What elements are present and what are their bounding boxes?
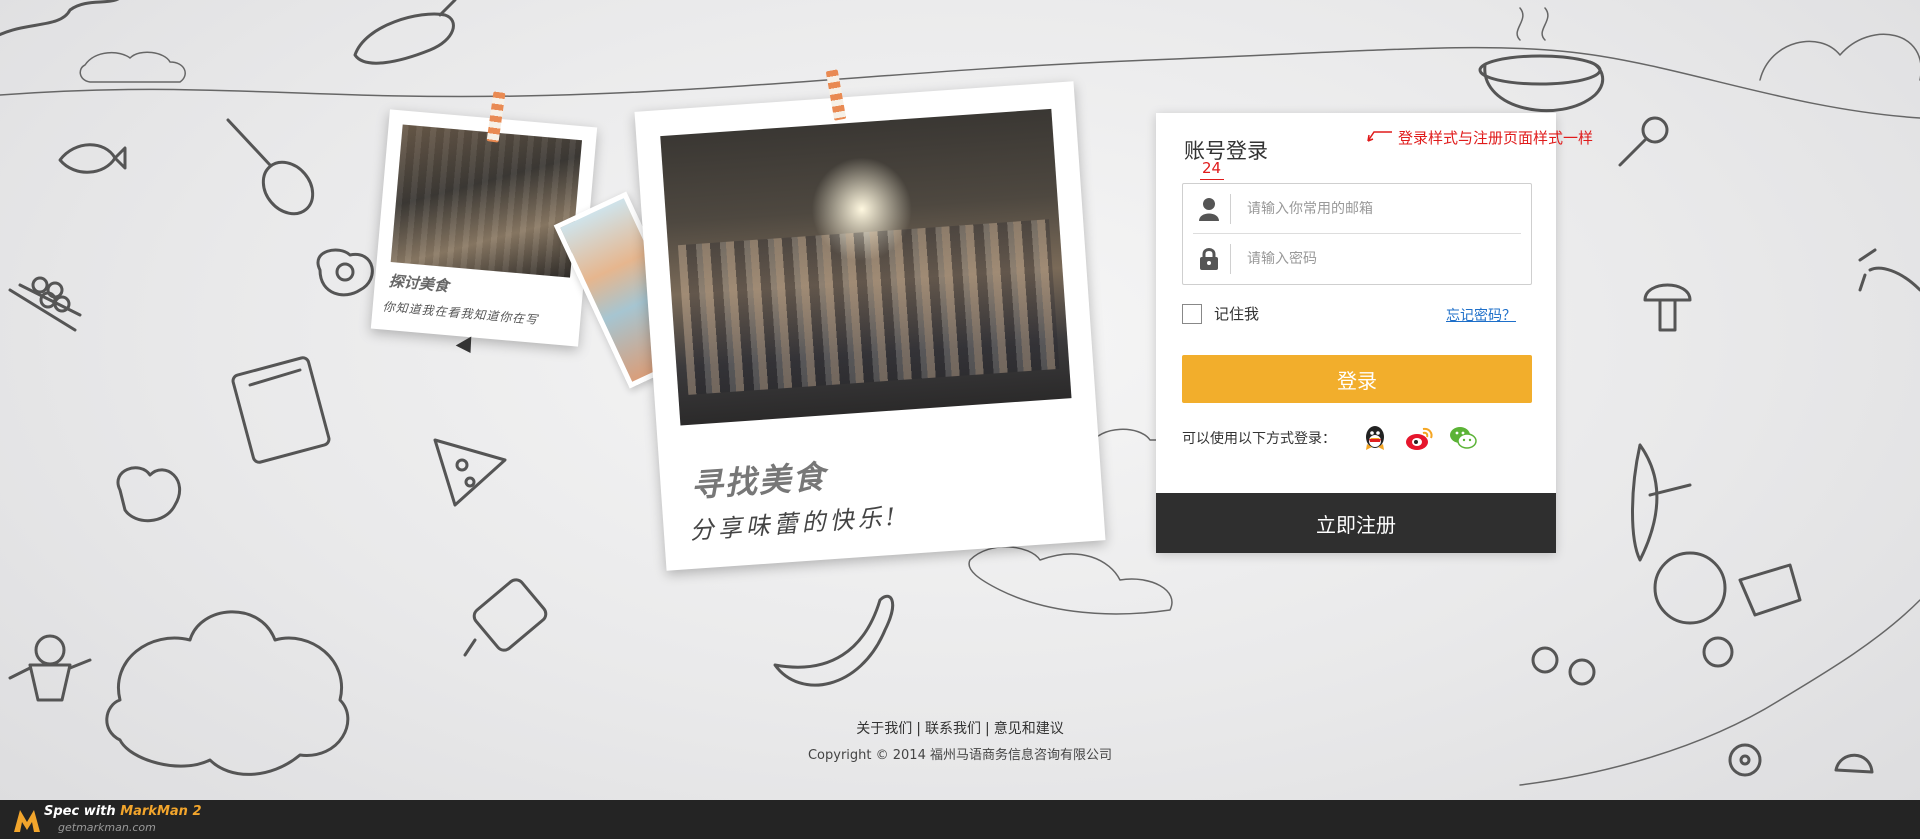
login-fields	[1182, 183, 1532, 285]
spec-annotation-line	[1200, 179, 1224, 180]
login-button[interactable]: 登录	[1182, 355, 1532, 403]
footer-link-feedback[interactable]: 意见和建议	[994, 721, 1064, 737]
polaroid-big: 寻找美食 分享味蕾的快乐!	[634, 81, 1106, 571]
remember-label: 记住我	[1214, 305, 1260, 323]
markman-bar: Spec with MarkMan 2 getmarkman.com	[0, 800, 1920, 839]
polaroid-small-caption: 你知道我在看我知道你在写	[382, 299, 539, 328]
wechat-icon[interactable]	[1448, 423, 1478, 453]
user-icon	[1187, 194, 1231, 224]
markman-prefix: Spec with	[44, 804, 121, 819]
weibo-icon[interactable]	[1404, 423, 1434, 453]
email-input[interactable]	[1247, 201, 1507, 217]
markman-brand: MarkMan 2	[120, 804, 202, 819]
login-panel: 账号登录 24 登录样式与注册页面样式一样 记住我 忘记密码？ 登录 可以使用以…	[1156, 113, 1593, 553]
footer-link-about[interactable]: 关于我们	[856, 721, 912, 737]
restaurant-photo	[390, 124, 583, 278]
polaroid-small-title: 探讨美食	[388, 271, 450, 296]
spec-annotation: 登录样式与注册页面样式一样	[1366, 127, 1593, 148]
copyright: Copyright © 2014 福州马语商务信息咨询有限公司	[807, 748, 1112, 763]
group-photo	[660, 108, 1072, 426]
markman-url: getmarkman.com	[58, 821, 156, 834]
spec-annotation-number: 24	[1202, 159, 1222, 177]
footer-separator: |	[985, 721, 990, 737]
social-login-label: 可以使用以下方式登录：	[1182, 431, 1336, 447]
footer-links: 关于我们 | 联系我们 | 意见和建议	[0, 718, 1920, 738]
password-row	[1183, 234, 1531, 284]
footer-link-contact[interactable]: 联系我们	[925, 721, 981, 737]
lock-icon	[1187, 244, 1231, 274]
remember-checkbox[interactable]	[1182, 303, 1202, 324]
qq-icon[interactable]	[1360, 423, 1390, 453]
remember-me: 记住我	[1182, 303, 1259, 324]
password-input[interactable]	[1247, 251, 1507, 267]
social-login: 可以使用以下方式登录：	[1182, 423, 1478, 453]
arrow-left-icon	[1366, 129, 1392, 147]
login-title: 账号登录	[1184, 139, 1268, 163]
email-row	[1183, 184, 1531, 234]
forgot-password-link[interactable]: 忘记密码？	[1446, 305, 1516, 325]
markman-logo-icon	[12, 806, 42, 834]
register-button[interactable]: 立即注册	[1156, 493, 1556, 553]
footer-separator: |	[916, 721, 921, 737]
markman-title: Spec with MarkMan 2	[44, 804, 202, 819]
polaroid-big-title: 寻找美食	[689, 457, 828, 505]
spec-annotation-text: 登录样式与注册页面样式一样	[1398, 129, 1594, 147]
